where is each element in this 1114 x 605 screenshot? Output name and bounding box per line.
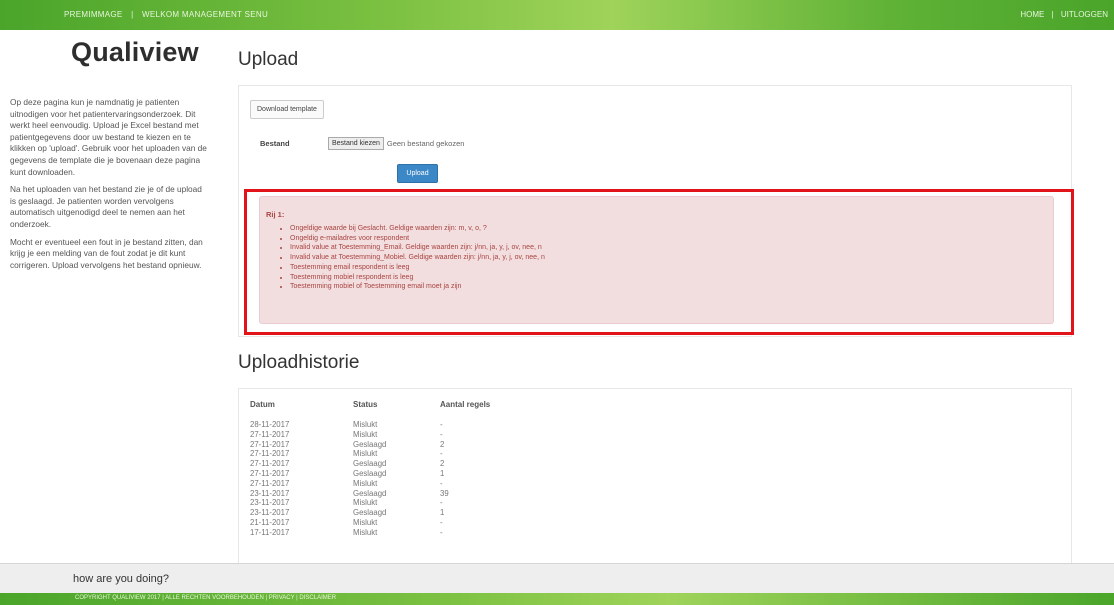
cell-datum: 27-11-2017 (250, 478, 290, 488)
table-row: 23-11-2017 Geslaagd 39 (250, 489, 449, 499)
cell-status: Geslaagd (353, 439, 387, 449)
table-row: 17-11-2017 Mislukt - (250, 528, 449, 538)
topbar-separator: | (131, 10, 134, 19)
cell-aantal-regels: - (440, 517, 443, 527)
column-header-datum: Datum (250, 400, 275, 409)
history-table-body: 28-11-2017 Mislukt -27-11-2017 Mislukt -27-1… (250, 420, 449, 538)
cell-aantal-regels: 1 (440, 468, 445, 478)
cell-datum: 28-11-2017 (250, 420, 290, 429)
file-input[interactable]: Bestand kiezen Geen bestand gekozen (328, 137, 464, 150)
choose-file-button[interactable]: Bestand kiezen (328, 137, 384, 150)
cell-datum: 17-11-2017 (250, 527, 290, 537)
topbar-welcome-text: WELKOM MANAGEMENT SENU (142, 10, 269, 19)
cell-aantal-regels: 2 (440, 459, 445, 469)
topbar-link-logout[interactable]: UITLOGGEN (1061, 10, 1108, 19)
cell-datum: 23-11-2017 (250, 488, 290, 498)
cell-status: Mislukt (353, 498, 378, 508)
table-row: 23-11-2017 Mislukt - (250, 498, 449, 508)
cell-status: Geslaagd (353, 468, 387, 478)
upload-button[interactable]: Upload (397, 164, 438, 183)
topbar-left-links: PREMIMMAGE | WELKOM MANAGEMENT SENU (64, 10, 274, 19)
cell-datum: 27-11-2017 (250, 439, 290, 449)
cell-status: Mislukt (353, 420, 378, 429)
upload-heading: Upload (238, 49, 299, 70)
cell-datum: 27-11-2017 (250, 449, 290, 459)
topbar-link-home[interactable]: HOME (1020, 10, 1044, 19)
cell-aantal-regels: - (440, 478, 443, 488)
table-row: 27-11-2017 Geslaagd 2 (250, 440, 449, 450)
top-navigation-bar: PREMIMMAGE | WELKOM MANAGEMENT SENU HOME… (0, 0, 1114, 30)
table-row: 21-11-2017 Mislukt - (250, 518, 449, 528)
topbar-link-premimmage[interactable]: PREMIMMAGE (64, 10, 123, 19)
cell-datum: 27-11-2017 (250, 459, 290, 469)
qualiview-logo[interactable]: Qualiview (71, 37, 199, 68)
cell-status: Mislukt (353, 527, 378, 537)
column-header-status: Status (353, 400, 378, 409)
highlight-annotation-box (244, 189, 1074, 335)
table-row: 27-11-2017 Geslaagd 1 (250, 469, 449, 479)
cell-aantal-regels: - (440, 429, 443, 439)
download-template-button[interactable]: Download template (250, 100, 324, 119)
table-row: 27-11-2017 Mislukt - (250, 430, 449, 440)
cell-aantal-regels: - (440, 498, 443, 508)
footer: COPYRIGHT QUALIVIEW 2017 | ALLE RECHTEN … (0, 593, 1114, 605)
column-header-aantal-regels: Aantal regels (440, 400, 491, 409)
cell-aantal-regels: - (440, 420, 443, 429)
cell-status: Mislukt (353, 478, 378, 488)
cell-aantal-regels: 39 (440, 488, 449, 498)
sidebar-paragraph: Op deze pagina kun je namdnatig je patie… (10, 97, 207, 177)
table-row: 27-11-2017 Mislukt - (250, 449, 449, 459)
cell-datum: 27-11-2017 (250, 468, 290, 478)
sidebar-paragraph: Na het uploaden van het bestand zie je o… (10, 184, 202, 229)
upload-history-heading: Uploadhistorie (238, 352, 360, 373)
footer-text: COPYRIGHT QUALIVIEW 2017 | ALLE RECHTEN … (75, 595, 337, 601)
cell-aantal-regels: 1 (440, 508, 445, 518)
sidebar-paragraph: Mocht er eventueel een fout in je bestan… (10, 236, 203, 270)
cell-status: Mislukt (353, 449, 378, 459)
cell-status: Geslaagd (353, 488, 387, 498)
topbar-separator: | (1051, 10, 1054, 19)
cell-status: Mislukt (353, 429, 378, 439)
cell-aantal-regels: - (440, 527, 443, 537)
no-file-chosen-text: Geen bestand gekozen (386, 139, 465, 148)
bestand-label: Bestand (260, 139, 290, 148)
table-row: 27-11-2017 Mislukt - (250, 479, 449, 489)
cell-datum: 27-11-2017 (250, 429, 290, 439)
topbar-right-links: HOME | UITLOGGEN (1015, 10, 1108, 19)
upload-history-panel: Datum Status Aantal regels 28-11-2017 Mis… (238, 388, 1072, 568)
cell-aantal-regels: 2 (440, 439, 445, 449)
cell-status: Geslaagd (353, 508, 387, 518)
table-row: 27-11-2017 Geslaagd 2 (250, 459, 449, 469)
cell-datum: 23-11-2017 (250, 508, 290, 518)
table-row: 23-11-2017 Geslaagd 1 (250, 508, 449, 518)
feedback-bar[interactable]: how are you doing? (0, 563, 1114, 593)
cell-datum: 21-11-2017 (250, 517, 290, 527)
sidebar-instructions: Op deze pagina kun je namdnatig je patie… (10, 97, 210, 277)
cell-aantal-regels: - (440, 449, 443, 459)
cell-datum: 23-11-2017 (250, 498, 290, 508)
table-row: 28-11-2017 Mislukt - (250, 420, 449, 430)
cell-status: Geslaagd (353, 459, 387, 469)
feedback-bar-text[interactable]: how are you doing? (73, 573, 169, 585)
cell-status: Mislukt (353, 517, 378, 527)
